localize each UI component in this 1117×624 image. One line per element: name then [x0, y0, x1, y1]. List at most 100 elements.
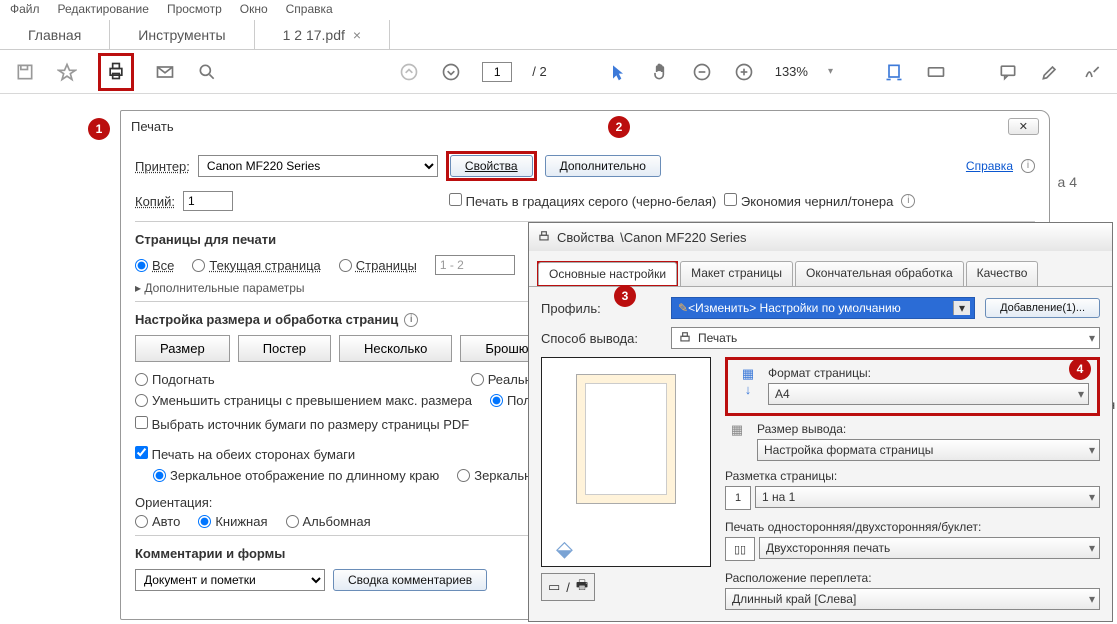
properties-highlight: Свойства [446, 151, 537, 181]
sign-icon[interactable] [1081, 61, 1103, 83]
comment-icon[interactable] [997, 61, 1019, 83]
advanced-button[interactable]: Дополнительно [545, 155, 661, 177]
menubar: Файл Редактирование Просмотр Окно Справк… [0, 0, 1117, 20]
radio-shrink[interactable]: Уменьшить страницы с превышением макс. р… [135, 393, 472, 408]
grayscale-checkbox[interactable]: Печать в градациях серого (черно-белая) [449, 193, 716, 209]
outsize-select[interactable]: Настройка формата страницы [757, 439, 1100, 461]
tab-document[interactable]: 1 2 17.pdf × [255, 20, 390, 49]
properties-button[interactable]: Свойства [450, 155, 533, 177]
page-total: / 2 [532, 64, 546, 79]
props-tab-main[interactable]: Основные настройки [538, 262, 677, 285]
preview-page-icon: ▭ [548, 579, 560, 595]
radio-orient-portrait[interactable]: Книжная [198, 514, 267, 529]
pointer-icon[interactable] [607, 61, 629, 83]
zoom-in-icon[interactable] [733, 61, 755, 83]
layout-icon-1[interactable]: 1 [725, 486, 751, 510]
format-select[interactable]: A4 [768, 383, 1089, 405]
keyboard-icon[interactable] [925, 61, 947, 83]
page-current-input[interactable] [482, 62, 512, 82]
pages-range-input[interactable] [435, 255, 515, 275]
radio-real[interactable]: Реальн [471, 372, 532, 387]
layout-select[interactable]: 1 на 1 [755, 486, 1100, 508]
copies-input[interactable] [183, 191, 233, 211]
format-page-icon: ▦↓ [736, 366, 760, 397]
comments-summary-button[interactable]: Сводка комментариев [333, 569, 487, 591]
profile-select[interactable]: ✎ <Изменить> Настройки по умолчанию [671, 297, 975, 319]
seg-multi[interactable]: Несколько [339, 335, 452, 362]
props-titlebar: Свойства \Canon MF220 Series [529, 223, 1112, 251]
format-highlight: 4 ▦↓ Формат страницы: A4 [725, 357, 1100, 416]
output-select[interactable]: Печать [671, 327, 1100, 349]
print-preview: ⬙ [541, 357, 711, 567]
print-dialog-title: Печать [131, 119, 174, 134]
duplex-label: Печать односторонняя/двухсторонняя/букле… [725, 520, 1100, 534]
star-icon[interactable] [56, 61, 78, 83]
binding-select[interactable]: Длинный край [Слева] [725, 588, 1100, 610]
zoom-chevron-icon[interactable]: ▾ [828, 66, 833, 77]
menu-view[interactable]: Просмотр [167, 2, 222, 18]
printer-mini-icon [537, 230, 551, 244]
duplex-icon: ▯▯ [725, 537, 755, 561]
output-printer-icon [678, 331, 692, 345]
seg-poster[interactable]: Постер [238, 335, 331, 362]
radio-current[interactable]: Текущая страница [192, 258, 320, 273]
menu-edit[interactable]: Редактирование [58, 2, 149, 18]
tab-close-icon[interactable]: × [353, 27, 361, 43]
radio-flip-long[interactable]: Зеркальное отображение по длинному краю [153, 468, 439, 483]
callout-4: 4 [1069, 358, 1091, 380]
radio-pages[interactable]: Страницы [339, 258, 417, 273]
props-tab-layout[interactable]: Макет страницы [680, 261, 793, 286]
print-button-highlight [98, 53, 134, 91]
toolbar: / 2 133% ▾ [0, 50, 1117, 94]
tab-home[interactable]: Главная [0, 20, 110, 49]
seg-size[interactable]: Размер [135, 335, 230, 362]
outsize-icon: ▦ [725, 422, 749, 438]
props-tab-quality[interactable]: Качество [966, 261, 1039, 286]
hand-icon[interactable] [649, 61, 671, 83]
printer-select[interactable]: Canon MF220 Series [198, 155, 438, 177]
format-label: Формат страницы: [768, 366, 1089, 380]
page-thumbnail [576, 374, 676, 504]
print-icon[interactable] [105, 60, 127, 82]
layout-label: Разметка страницы: [725, 469, 1100, 483]
callout-2: 2 [608, 116, 630, 138]
eco-info-icon[interactable]: i [901, 194, 915, 208]
search-icon[interactable] [196, 61, 218, 83]
menu-file[interactable]: Файл [10, 2, 40, 18]
print-dialog-close[interactable]: ✕ [1008, 118, 1039, 135]
comments-select[interactable]: Документ и пометки [135, 569, 325, 591]
size-info-icon[interactable]: i [404, 313, 418, 327]
page-down-icon[interactable] [440, 61, 462, 83]
props-tab-finish[interactable]: Окончательная обработка [795, 261, 964, 286]
paper-source-checkbox[interactable]: Выбрать источник бумаги по размеру стран… [135, 417, 469, 432]
save-icon[interactable] [14, 61, 36, 83]
tab-tools[interactable]: Инструменты [110, 20, 254, 49]
props-title-printer: \Canon MF220 Series [620, 230, 746, 245]
page-text-a4: а 4 [1058, 174, 1077, 190]
tab-document-label: 1 2 17.pdf [283, 27, 345, 43]
preview-toggle[interactable]: ▭/ 🖶 [541, 573, 595, 601]
eco-checkbox[interactable]: Экономия чернил/тонера [724, 193, 893, 209]
zoom-value[interactable]: 133% [775, 64, 808, 79]
duplex-select[interactable]: Двухсторонняя печать [759, 537, 1100, 559]
zoom-out-icon[interactable] [691, 61, 713, 83]
duplex-checkbox[interactable]: Печать на обеих сторонах бумаги [135, 447, 355, 462]
fit-width-icon[interactable] [883, 61, 905, 83]
callout-3: 3 [614, 285, 636, 307]
radio-orient-landscape[interactable]: Альбомная [286, 514, 371, 529]
menu-help[interactable]: Справка [286, 2, 333, 18]
radio-orient-auto[interactable]: Авто [135, 514, 180, 529]
preview-3d-icon[interactable]: ⬙ [556, 536, 573, 562]
mail-icon[interactable] [154, 61, 176, 83]
help-link[interactable]: Справка [966, 159, 1013, 173]
page-up-icon[interactable] [398, 61, 420, 83]
radio-all[interactable]: Все [135, 258, 174, 273]
binding-label: Расположение переплета: [725, 571, 1100, 585]
radio-fit[interactable]: Подогнать [135, 372, 215, 387]
profile-add-button[interactable]: Добавление(1)... [985, 298, 1100, 318]
preview-printer-icon: 🖶 [576, 576, 588, 598]
props-tab-main-highlight: Основные настройки [537, 261, 678, 286]
highlight-icon[interactable] [1039, 61, 1061, 83]
menu-window[interactable]: Окно [240, 2, 268, 18]
help-info-icon[interactable]: i [1021, 159, 1035, 173]
